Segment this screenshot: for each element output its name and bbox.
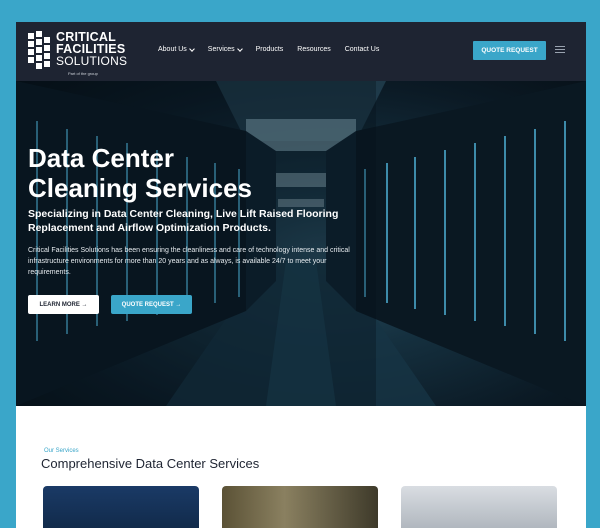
- main-nav: About Us Services Products Resources Con…: [158, 45, 380, 53]
- logo-mark-icon: [28, 31, 52, 73]
- nav-contact-us[interactable]: Contact Us: [345, 46, 380, 53]
- chevron-down-icon: [236, 45, 243, 52]
- nav-products[interactable]: Products: [256, 46, 284, 53]
- quote-request-button[interactable]: QUOTE REQUEST: [473, 41, 546, 60]
- hero-section: Data Center Cleaning Services Specializi…: [16, 81, 586, 406]
- hero-quote-request-button[interactable]: QUOTE REQUEST →: [111, 295, 192, 314]
- service-card-image[interactable]: [222, 486, 378, 528]
- nav-label: Resources: [297, 46, 331, 53]
- hero-title-line2: Cleaning Services: [28, 173, 252, 203]
- hero-title-line1: Data Center: [28, 143, 174, 173]
- nav-label: About Us: [158, 46, 187, 53]
- services-title: Comprehensive Data Center Services: [41, 456, 260, 471]
- hero-title: Data Center Cleaning Services: [28, 143, 252, 203]
- browser-page: CRITICAL FACILITIES SOLUTIONS Part of th…: [16, 22, 586, 528]
- hero-description: Critical Facilities Solutions has been e…: [28, 247, 350, 276]
- chevron-down-icon: [188, 45, 195, 52]
- site-header: CRITICAL FACILITIES SOLUTIONS Part of th…: [16, 22, 586, 81]
- logo-line3: SOLUTIONS: [56, 54, 128, 68]
- nav-about-us[interactable]: About Us: [158, 45, 195, 53]
- services-eyebrow: Our Services: [44, 448, 79, 454]
- nav-services[interactable]: Services: [207, 45, 243, 53]
- server-room-background: [16, 81, 586, 406]
- nav-resources[interactable]: Resources: [297, 46, 330, 53]
- logo-text: CRITICAL FACILITIES SOLUTIONS: [56, 31, 127, 67]
- service-card-image[interactable]: [401, 486, 557, 528]
- nav-label: Products: [255, 46, 284, 53]
- nav-label: Contact Us: [344, 46, 380, 53]
- hamburger-menu-icon[interactable]: [555, 46, 565, 54]
- service-card-image[interactable]: [43, 486, 199, 528]
- logo-subtext: Part of the group: [68, 71, 98, 76]
- nav-label: Services: [207, 46, 235, 53]
- logo[interactable]: CRITICAL FACILITIES SOLUTIONS Part of th…: [28, 31, 138, 76]
- hero-subtitle: Specializing in Data Center Cleaning, Li…: [28, 208, 339, 234]
- learn-more-button[interactable]: LEARN MORE →: [28, 295, 99, 314]
